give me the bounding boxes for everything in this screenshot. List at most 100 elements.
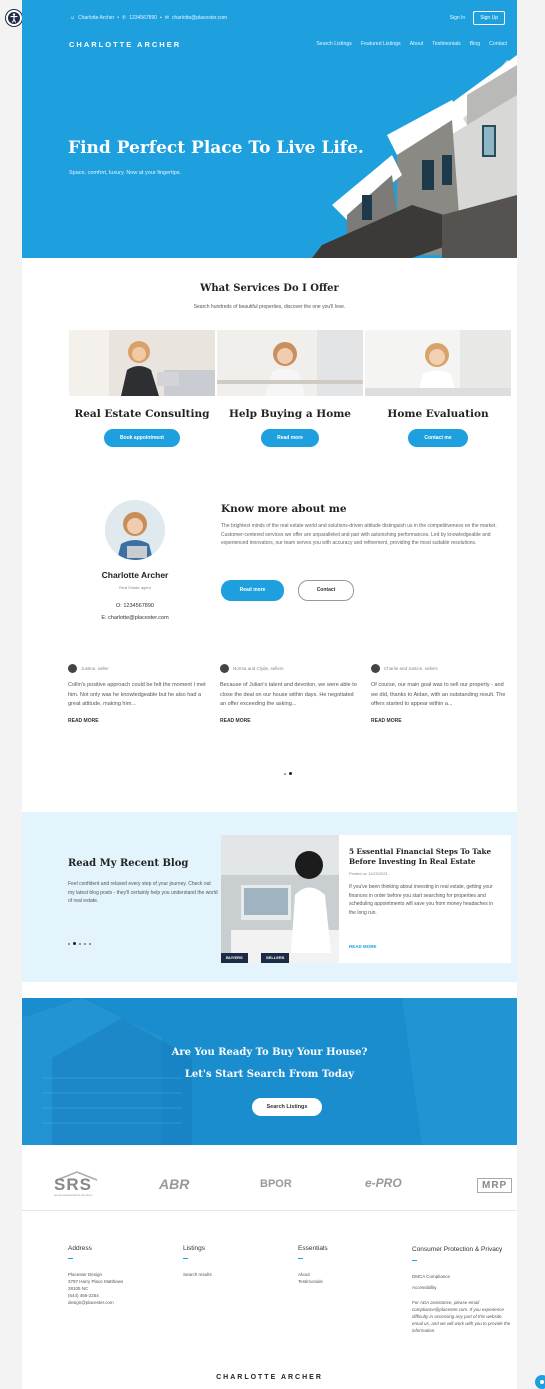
service-name: Real Estate Consulting [74,408,210,420]
footer-link-testimonials[interactable]: Testimonials [298,1278,398,1285]
epro-logo: e-PRO [365,1176,402,1190]
footer-link-search-results[interactable]: Search results [183,1271,283,1278]
pagination-dot-active[interactable] [73,942,76,945]
contact-me-button[interactable]: Contact me [408,429,468,447]
pagination-dot[interactable] [79,942,81,945]
testimonial-text: Of course, our main goal was to sell our… [371,682,506,707]
pagination-dot[interactable] [84,942,86,945]
nav-contact[interactable]: Contact [489,41,507,47]
blog-text: Feel confident and relaxed every step of… [68,881,218,904]
logo-divider [22,1210,517,1211]
bpor-logo: BPOR [260,1178,292,1190]
service-card: Home Evaluation Contact me [365,330,511,447]
service-card: Real Estate Consulting Book appointment [69,330,215,447]
footer-ada-note: For ADA assistance, please email complia… [412,1300,511,1333]
page: ☺ Charlotte Archer • ✆ 1234567890 • ✉ ch… [0,0,545,1389]
footer-column-essentials: Essentials About Testimonials [298,1245,398,1285]
testimonial-author: Charlie and Justice, sellers [384,666,438,671]
footer-brand: CHARLOTTE ARCHER [216,1374,323,1381]
blog-post-card[interactable]: BUYERS SELLERS 5 Essential Financial Ste… [221,835,511,963]
cta-line-2: Let's Start Search From Today [184,1069,355,1080]
cta-line-1: Are You Ready To Buy Your House? [171,1047,368,1058]
agent-email[interactable]: E: charlotte@placester.com [65,615,205,621]
testimonial-read-more[interactable]: READ MORE [220,718,360,724]
agent-name: Charlotte Archer [101,570,169,580]
blog-post-read-more[interactable]: READ MORE [349,944,377,949]
footer-item: 28105 NC [68,1286,89,1291]
read-more-button[interactable]: Read more [261,429,319,447]
service-image [69,330,215,396]
footer-heading: Listings [183,1245,206,1252]
pagination-dot-active[interactable] [289,772,292,775]
about-contact-button[interactable]: Contact [298,580,354,601]
logo-subtitle: SELLER REPRESENTATIVE SPECIALIST [54,1195,93,1197]
site-logo[interactable]: CHARLOTTE ARCHER [69,40,181,49]
blog-post-date: Posted on 11/23/2021 [349,871,388,876]
testimonial-read-more[interactable]: READ MORE [371,718,511,724]
logo-text: BPOR [260,1178,292,1190]
topbar-name: Charlotte Archer [78,15,115,21]
tag-buyers[interactable]: BUYERS [221,953,248,963]
separator: • [117,15,120,21]
pagination-dot[interactable] [284,772,286,775]
author-avatar [371,664,380,673]
footer-column-privacy: Consumer Protection & Privacy DMCA Compl… [412,1245,512,1334]
service-image [365,330,511,396]
testimonial-author: Norma and Clyde, sellers [233,666,284,671]
footer-column-listings: Listings Search results [183,1245,283,1278]
blog-post-title[interactable]: 5 Essential Financial Steps To Take Befo… [349,847,499,867]
blog-title: Read My Recent Blog [68,858,189,869]
about-title: Know more about me [221,503,347,515]
hero-section: ☺ Charlotte Archer • ✆ 1234567890 • ✉ ch… [22,0,517,258]
nav-featured-listings[interactable]: Featured Listings [361,41,401,47]
footer-link-about[interactable]: About [298,1271,398,1278]
testimonial-text: Collin's positive approach could be felt… [68,682,206,707]
footer-accent-line [68,1258,73,1259]
service-image [217,330,363,396]
hero-subtitle: Space, comfort, luxury. Now at your fing… [69,170,182,176]
chat-bubble-icon[interactable] [535,1375,545,1389]
logo-text: ABR [159,1176,190,1192]
sign-up-button[interactable]: Sign Up [473,11,505,25]
footer-item: Placester Design [68,1272,103,1277]
blog-post-image: BUYERS SELLERS [221,835,339,963]
search-listings-button[interactable]: Search Listings [252,1098,322,1116]
footer-item: 3797 Harry Place Matthews [68,1279,124,1284]
footer-link-dmca[interactable]: DMCA Compliance [412,1273,512,1280]
pagination-dot[interactable] [68,942,70,945]
footer-accent-line [183,1258,188,1259]
mail-icon: ✉ [164,15,169,21]
testimonial-read-more[interactable]: READ MORE [68,718,208,724]
about-read-more-button[interactable]: Read more [221,580,284,601]
book-appointment-button[interactable]: Book appointment [104,429,180,447]
hero-title: Find Perfect Place To Live Life. [68,138,364,158]
footer-column-address: Address Placester Design 3797 Harry Plac… [68,1245,168,1306]
testimonial-pagination [284,772,292,775]
accessibility-icon[interactable] [6,10,22,26]
topbar-phone[interactable]: 1234567890 [129,15,157,21]
testimonial-card: Norma and Clyde, sellers Because of Juli… [220,664,360,724]
service-name: Home Evaluation [387,408,489,420]
nav-testimonials[interactable]: Testimonials [432,41,461,47]
tag-sellers[interactable]: SELLERS [261,953,290,963]
abr-logo: ABR [159,1176,189,1192]
footer-item[interactable]: design@placester.com [68,1299,168,1306]
agent-avatar [105,500,165,560]
nav-blog[interactable]: Blog [470,41,480,47]
logo-text: MRP [482,1180,508,1191]
phone-icon: ✆ [122,15,127,21]
topbar-email[interactable]: charlotte@placester.com [172,15,227,21]
srs-logo: SRS SELLER REPRESENTATIVE SPECIALIST [52,1170,102,1203]
testimonial-text: Because of Julian's talent and devotion,… [220,682,357,707]
blog-post-excerpt: If you've been thinking about investing … [349,884,493,916]
sign-in-link[interactable]: Sign In [450,15,466,21]
footer-link-accessibility[interactable]: Accessibility [412,1284,512,1291]
services-subtitle: Search hundreds of beautiful properties,… [193,304,346,310]
footer-item[interactable]: (644) 456-2254 [68,1292,168,1299]
blog-pagination [68,942,91,945]
logo-text: e-PRO [365,1176,402,1190]
pagination-dot[interactable] [89,942,91,945]
nav-search-listings[interactable]: Search Listings [316,41,351,47]
nav-about[interactable]: About [410,41,424,47]
agent-phone[interactable]: O: 1234567890 [65,603,205,609]
